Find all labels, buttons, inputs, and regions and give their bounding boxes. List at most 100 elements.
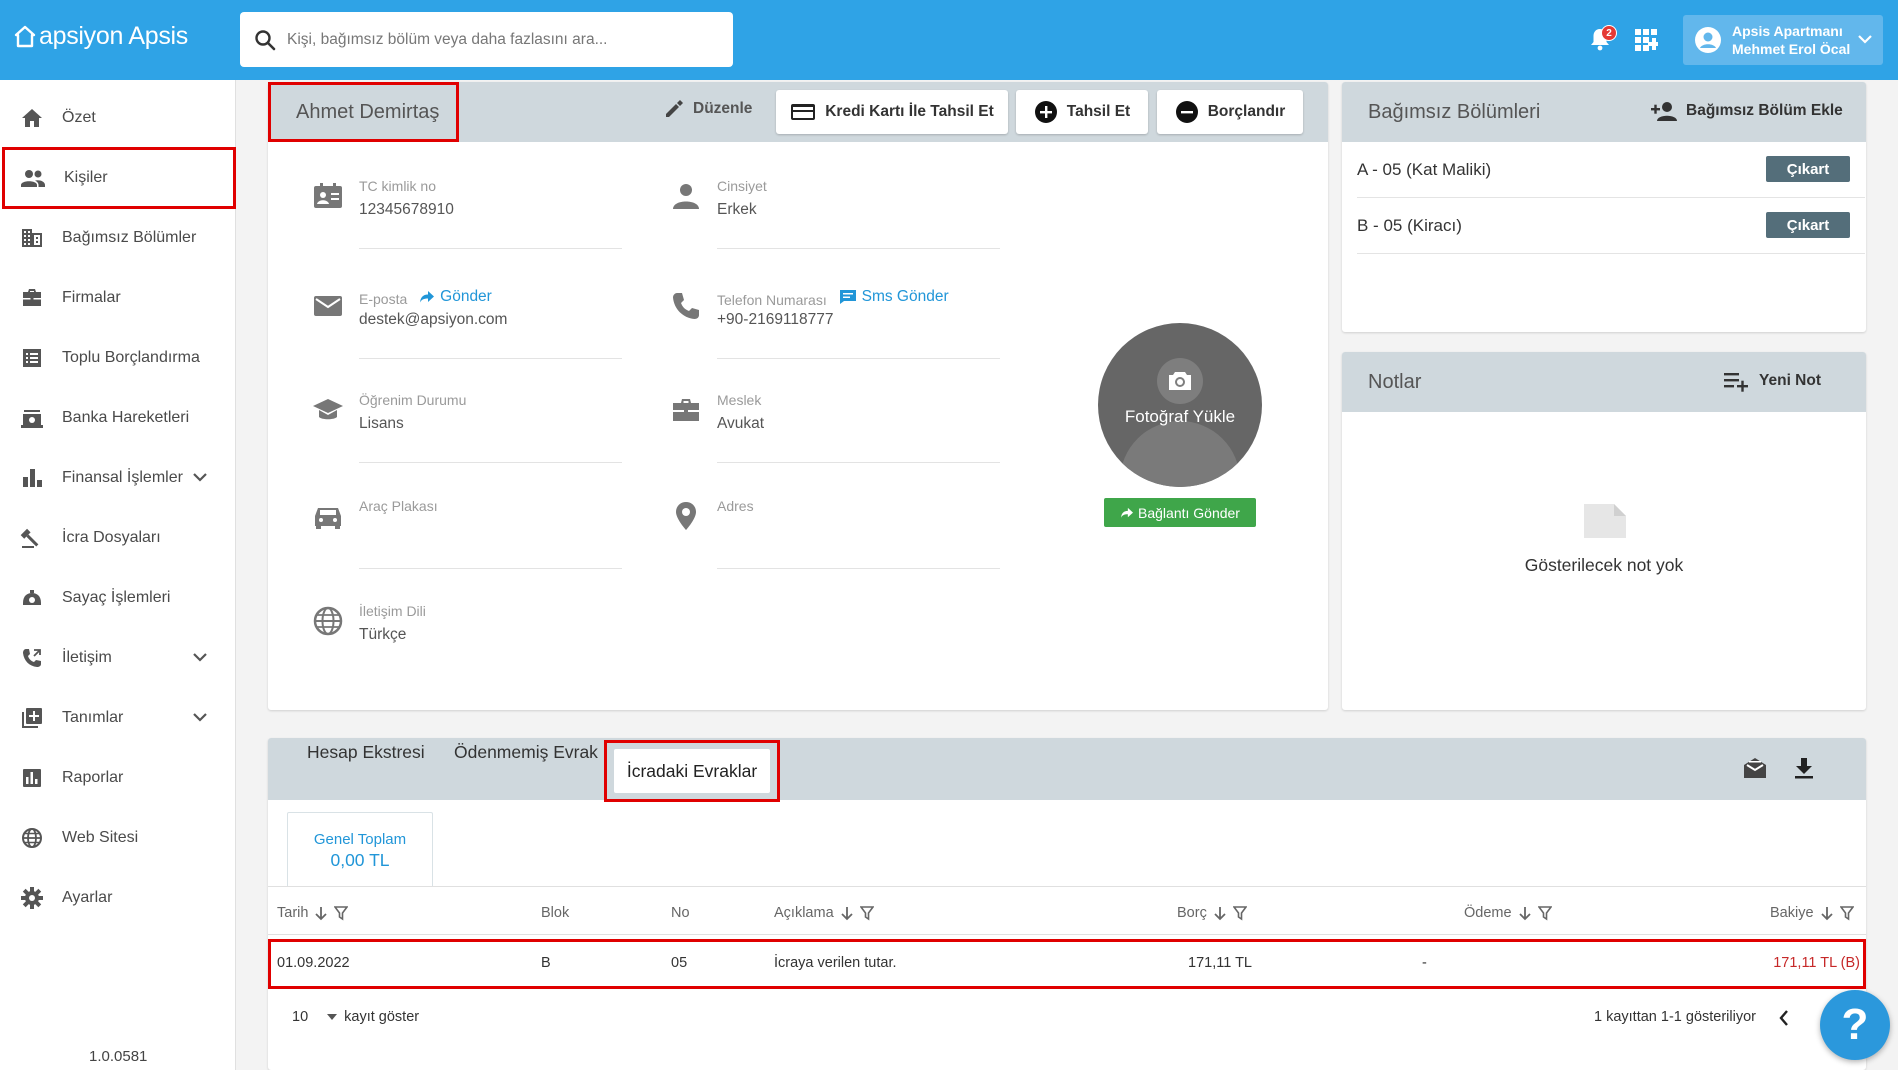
photo-upload-label: Fotoğraf Yükle	[1124, 407, 1236, 426]
phone-label: Telefon Numarası	[717, 292, 827, 308]
report-icon	[20, 766, 44, 790]
remove-unit-button[interactable]: Çıkart	[1766, 156, 1850, 182]
sort-arrow-icon[interactable]	[1820, 905, 1834, 921]
sort-arrow-icon[interactable]	[840, 905, 854, 921]
plus-circle-icon	[1034, 100, 1058, 124]
sms-send-link[interactable]: Sms Gönder	[839, 288, 949, 306]
sidebar-item-ozet[interactable]: Özet	[4, 89, 234, 147]
message-icon	[839, 289, 857, 305]
chevron-left-icon[interactable]	[1778, 1009, 1790, 1027]
column-header-no: No	[671, 905, 690, 921]
share-arrow-icon	[1120, 507, 1134, 519]
filter-icon[interactable]	[1232, 905, 1247, 921]
sidebar-item-label: Bağımsız Bölümler	[62, 229, 197, 246]
gender-value: Erkek	[717, 201, 757, 218]
sidebar-item-label: Web Sitesi	[62, 829, 139, 846]
sidebar-item-iletisim[interactable]: İletişim	[4, 629, 234, 687]
collect-button[interactable]: Tahsil Et	[1016, 90, 1148, 134]
debit-button[interactable]: Borçlandır	[1157, 90, 1303, 134]
sort-arrow-icon[interactable]	[1213, 905, 1227, 921]
chevron-down-icon	[1856, 30, 1874, 48]
unit-label: B - 05 (Kiracı)	[1357, 215, 1462, 235]
sidebar-item-sayac-islemleri[interactable]: Sayaç İşlemleri	[4, 569, 234, 627]
sidebar-item-finansal-islemler[interactable]: Finansal İşlemler	[4, 449, 234, 507]
sidebar-item-toplu-borclandirma[interactable]: Toplu Borçlandırma	[4, 329, 234, 387]
column-header-debt[interactable]: Borç	[1177, 905, 1247, 921]
pagination-info: 1 kayıttan 1-1 gösteriliyor	[1594, 1009, 1756, 1025]
filter-icon[interactable]	[334, 905, 349, 921]
row-debt: 171,11 TL	[1188, 955, 1252, 971]
phone-field: Telefon Numarası Sms Gönder +90-21691187…	[670, 288, 1000, 368]
sidebar-item-tanimlar[interactable]: Tanımlar	[4, 689, 234, 747]
column-header-payment[interactable]: Ödeme	[1464, 905, 1552, 921]
plate-field: Araç Plakası	[312, 498, 622, 578]
sidebar-item-label: İletişim	[62, 649, 112, 666]
column-header-date[interactable]: Tarih	[277, 905, 349, 921]
language-value: Türkçe	[359, 626, 407, 643]
sidebar-item-firmalar[interactable]: Firmalar	[4, 269, 234, 327]
search-input[interactable]	[287, 30, 707, 49]
job-label: Meslek	[717, 392, 762, 408]
sidebar-item-web-sitesi[interactable]: Web Sitesi	[4, 809, 234, 867]
tab-icradaki-evraklar[interactable]: İcradaki Evraklar	[614, 749, 770, 793]
credit-card-collect-button[interactable]: Kredi Kartı İle Tahsil Et	[776, 90, 1008, 134]
unit-row[interactable]: A - 05 (Kat Maliki) Çıkart	[1357, 142, 1865, 198]
share-arrow-icon	[419, 290, 435, 304]
app-logo[interactable]: apsiyon Apsis	[14, 22, 188, 51]
apps-grid-icon[interactable]	[1634, 28, 1658, 52]
send-link-button[interactable]: Bağlantı Gönder	[1104, 498, 1256, 527]
email-send-link[interactable]: Gönder	[419, 288, 492, 306]
add-box-icon	[20, 706, 44, 730]
meter-icon	[20, 586, 44, 610]
edit-button[interactable]: Düzenle	[663, 98, 752, 120]
page-size-label: kayıt göster	[344, 1009, 420, 1025]
sidebar-item-icra-dosyalari[interactable]: İcra Dosyaları	[4, 509, 234, 567]
sort-arrow-icon[interactable]	[314, 905, 328, 921]
gender-label: Cinsiyet	[717, 178, 767, 194]
global-search[interactable]	[240, 12, 733, 67]
sidebar-item-ayarlar[interactable]: Ayarlar	[4, 869, 234, 927]
unit-label: A - 05 (Kat Maliki)	[1357, 159, 1492, 179]
new-note-button[interactable]: Yeni Not	[1723, 370, 1821, 392]
graduation-cap-icon	[312, 394, 344, 426]
top-bar: apsiyon Apsis 2 Apsis Apartmanı Mehmet E…	[0, 0, 1898, 80]
home-icon	[20, 106, 44, 130]
user-menu[interactable]: Apsis Apartmanı Mehmet Erol Öcal	[1683, 15, 1883, 65]
sidebar-item-label: Firmalar	[62, 289, 121, 306]
filter-icon[interactable]	[1839, 905, 1854, 921]
filter-icon[interactable]	[1537, 905, 1552, 921]
globe-icon	[20, 826, 44, 850]
remove-unit-button[interactable]: Çıkart	[1766, 212, 1850, 238]
help-button[interactable]: ?	[1820, 990, 1890, 1060]
send-link-label: Bağlantı Gönder	[1138, 504, 1240, 521]
sidebar-item-raporlar[interactable]: Raporlar	[4, 749, 234, 807]
sidebar-item-kisiler[interactable]: Kişiler	[2, 147, 236, 209]
address-field: Adres	[670, 498, 1000, 578]
column-header-balance[interactable]: Bakiye	[1770, 905, 1854, 921]
tab-odenmemis-evrak[interactable]: Ödenmemiş Evrak	[454, 742, 598, 763]
photo-upload[interactable]: Fotoğraf Yükle	[1098, 323, 1262, 487]
sort-arrow-icon[interactable]	[1518, 905, 1532, 921]
total-label: Genel Toplam	[313, 831, 407, 848]
sidebar-item-banka-hareketleri[interactable]: Banka Hareketleri	[4, 389, 234, 447]
filter-icon[interactable]	[859, 905, 874, 921]
email-statement-icon[interactable]	[1742, 756, 1768, 780]
language-label: İletişim Dili	[359, 603, 426, 619]
add-unit-button[interactable]: Bağımsız Bölüm Ekle	[1650, 100, 1843, 122]
column-header-block: Blok	[541, 905, 570, 921]
tab-hesap-ekstresi[interactable]: Hesap Ekstresi	[307, 742, 425, 763]
download-icon[interactable]	[1792, 756, 1816, 780]
pencil-icon	[663, 98, 685, 120]
unit-row[interactable]: B - 05 (Kiracı) Çıkart	[1357, 198, 1865, 254]
column-header-description[interactable]: Açıklama	[774, 905, 874, 921]
building-name: Apsis Apartmanı	[1732, 23, 1843, 39]
sidebar-item-bagimsiz-bolumler[interactable]: Bağımsız Bölümler	[4, 209, 234, 267]
person-icon	[670, 180, 702, 212]
chevron-down-icon	[190, 647, 210, 667]
email-value: destek@apsiyon.com	[359, 311, 508, 328]
gender-field: Cinsiyet Erkek	[670, 178, 1000, 258]
row-date: 01.09.2022	[277, 955, 350, 971]
mail-icon	[312, 290, 344, 322]
page-size-select[interactable]: 10 kayıt göster	[292, 1009, 419, 1025]
table-row[interactable]	[268, 939, 1866, 989]
